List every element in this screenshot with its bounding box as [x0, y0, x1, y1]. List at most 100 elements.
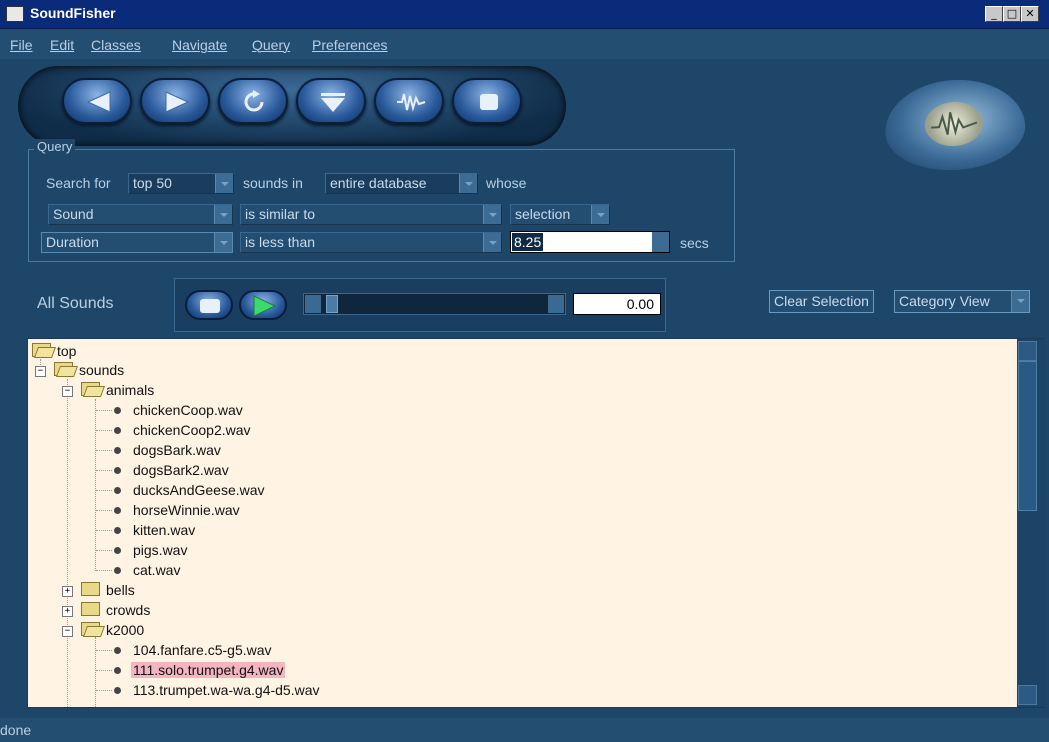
refresh-button[interactable]	[218, 78, 288, 124]
result-limit-select[interactable]: top 50	[128, 173, 234, 194]
forward-icon	[165, 91, 190, 113]
criterion-field-select-2[interactable]: Duration	[41, 232, 233, 253]
tree-file[interactable]: horseWinnie.wav	[114, 501, 242, 520]
tree-folder-sounds[interactable]: sounds	[54, 361, 126, 380]
menu-file[interactable]: File	[10, 37, 33, 53]
scope-select[interactable]: entire database	[325, 173, 478, 194]
tree-node-label: chickenCoop2.wav	[133, 422, 251, 438]
sound-file-icon	[114, 487, 121, 494]
slider-left-arrow-icon[interactable]	[305, 295, 321, 313]
criterion-field-value-2: Duration	[46, 234, 99, 250]
tree-node-label: pigs.wav	[133, 542, 188, 558]
criterion-operator-value-2: is less than	[245, 234, 316, 250]
sound-file-icon	[114, 427, 121, 434]
chevron-down-icon[interactable]	[652, 232, 669, 252]
tree-node-label: 104.fanfare.c5-g5.wav	[133, 642, 272, 658]
close-button[interactable]: ✕	[1021, 6, 1039, 22]
criterion-value-select-1[interactable]: selection	[510, 204, 610, 225]
forward-button[interactable]	[140, 78, 210, 124]
playback-time-field[interactable]: 0.00	[573, 293, 661, 315]
playback-slider[interactable]	[303, 293, 566, 315]
collapse-toggle-icon[interactable]: −	[35, 366, 46, 377]
all-sounds-label: All Sounds	[37, 295, 114, 312]
player-stop-button[interactable]	[185, 290, 233, 320]
tree-connector	[96, 510, 112, 511]
tree-file[interactable]: dogsBark2.wav	[114, 461, 231, 480]
stop-icon	[200, 299, 220, 313]
waveform-icon	[397, 93, 426, 112]
app-icon[interactable]	[6, 6, 24, 22]
tree-file[interactable]: chickenCoop2.wav	[114, 421, 253, 440]
tree-file[interactable]: 113.trumpet.wa-wa.g4-d5.wav	[114, 681, 322, 700]
back-button[interactable]	[62, 78, 132, 124]
criterion-field-select-1[interactable]: Sound	[48, 204, 233, 225]
query-group-label: Query	[34, 139, 76, 154]
collapse-toggle-icon[interactable]: −	[62, 386, 73, 397]
slider-right-arrow-icon[interactable]	[548, 295, 564, 313]
tree-connector	[96, 650, 112, 651]
tree-node-label: top	[57, 343, 77, 359]
clear-selection-button[interactable]: Clear Selection	[769, 290, 874, 313]
tree-folder-bells[interactable]: bells	[81, 581, 137, 600]
scroll-thumb[interactable]	[1018, 361, 1037, 511]
filter-icon	[321, 93, 345, 112]
expand-toggle-icon[interactable]: +	[62, 586, 73, 597]
secs-label: secs	[680, 235, 709, 251]
menu-navigate[interactable]: Navigate	[172, 37, 227, 53]
collapse-toggle-icon[interactable]: −	[62, 626, 73, 637]
tree-file[interactable]: chickenCoop.wav	[114, 401, 245, 420]
view-mode-select[interactable]: Category View	[894, 290, 1030, 313]
tree-file[interactable]: ducksAndGeese.wav	[114, 481, 267, 500]
stop-button[interactable]	[452, 78, 522, 124]
tree-file[interactable]: pigs.wav	[114, 541, 189, 560]
whose-label: whose	[486, 175, 527, 191]
tree-file-selected[interactable]: 111.solo.trumpet.g4.wav	[114, 661, 286, 680]
tree-file[interactable]: cat.wav	[114, 561, 182, 580]
tree-node-label: 111.solo.trumpet.g4.wav	[131, 662, 286, 678]
minimize-button[interactable]: _	[985, 6, 1003, 22]
tree-file[interactable]: 104.fanfare.c5-g5.wav	[114, 641, 274, 660]
tree-node-label: dogsBark.wav	[133, 442, 221, 458]
tree-node-label: k2000	[106, 622, 145, 638]
criterion-operator-select-2[interactable]: is less than	[240, 232, 502, 253]
menu-preferences[interactable]: Preferences	[312, 37, 387, 53]
sound-file-icon	[114, 467, 121, 474]
tree-node-label: chickenCoop.wav	[133, 402, 243, 418]
player-play-button[interactable]	[239, 290, 287, 320]
menu-edit[interactable]: Edit	[50, 37, 74, 53]
tree-folder-crowds[interactable]: crowds	[81, 601, 152, 620]
chevron-down-icon	[483, 205, 501, 224]
waveform-button[interactable]	[374, 78, 444, 124]
criterion-field-value-1: Sound	[53, 206, 94, 222]
menu-query[interactable]: Query	[252, 37, 290, 53]
filter-button[interactable]	[296, 78, 366, 124]
maximize-button[interactable]: □	[1003, 6, 1021, 22]
menu-classes[interactable]: Classes	[91, 37, 141, 53]
slider-thumb[interactable]	[326, 295, 338, 313]
duration-value-field[interactable]: 8.25	[510, 231, 670, 253]
tree-folder-animals[interactable]: animals	[81, 381, 156, 400]
tree-node-label: 113.trumpet.wa-wa.g4-d5.wav	[133, 682, 320, 698]
sound-file-icon	[114, 527, 121, 534]
tree-connector	[96, 450, 112, 451]
tree-file[interactable]: kitten.wav	[114, 521, 197, 540]
criterion-operator-select-1[interactable]: is similar to	[240, 204, 502, 225]
sound-file-icon	[114, 567, 121, 574]
expand-toggle-icon[interactable]: +	[62, 606, 73, 617]
tree-folder-top[interactable]: top	[32, 342, 78, 361]
tree-file[interactable]: dogsBark.wav	[114, 441, 223, 460]
chevron-down-icon	[483, 233, 501, 252]
open-folder-icon	[54, 362, 73, 376]
tree-connector	[96, 470, 112, 471]
scroll-up-icon[interactable]	[1018, 341, 1037, 361]
scroll-down-icon[interactable]	[1018, 685, 1037, 705]
tree-folder-k2000[interactable]: k2000	[81, 621, 146, 640]
tree-node-label: cat.wav	[133, 562, 181, 578]
tree-node-label: kitten.wav	[133, 522, 196, 538]
tree-connector	[96, 690, 112, 691]
tree-connector	[67, 379, 68, 707]
tree-node-label: horseWinnie.wav	[133, 502, 240, 518]
title-bar: SoundFisher _ □ ✕	[0, 0, 1049, 29]
tree-vertical-scrollbar[interactable]	[1017, 339, 1045, 707]
search-for-label: Search for	[46, 175, 111, 191]
